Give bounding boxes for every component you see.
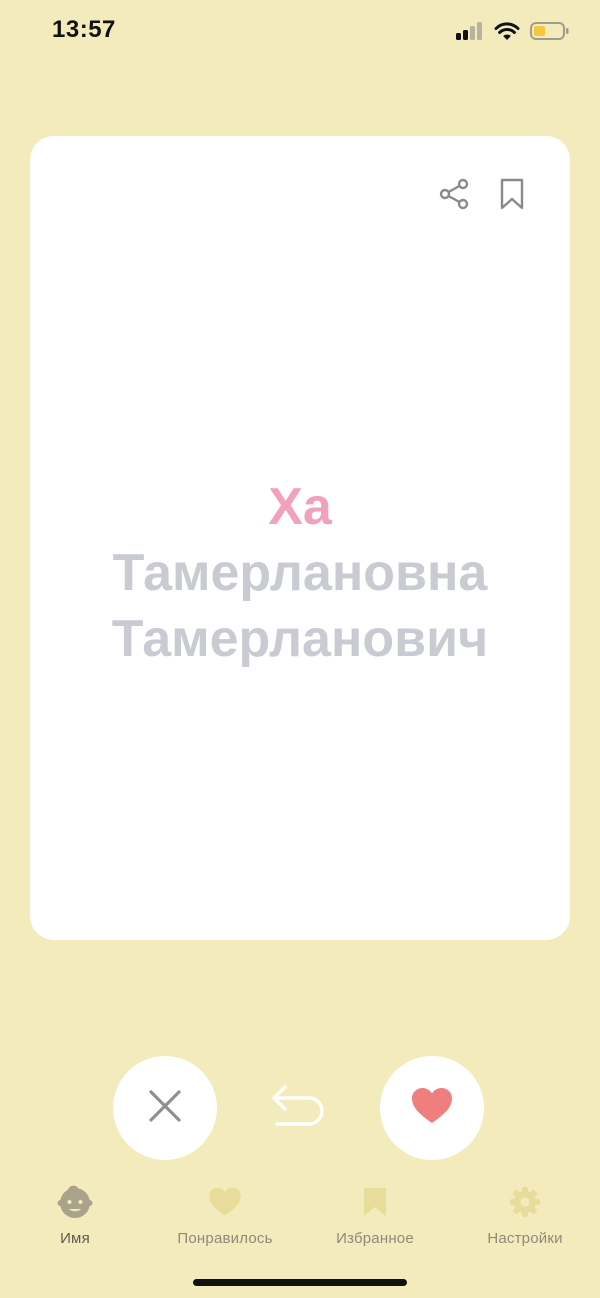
close-icon [147, 1088, 183, 1129]
battery-icon [530, 21, 570, 46]
undo-arrow-icon [269, 1081, 329, 1136]
name-block: Ха Тамерлановна Тамерланович [30, 474, 570, 672]
name-card[interactable]: Ха Тамерлановна Тамерланович [30, 136, 570, 940]
status-icons [456, 20, 570, 46]
card-actions [436, 176, 530, 212]
tab-label: Понравилось [177, 1230, 273, 1247]
tab-favorites[interactable]: Избранное [305, 1186, 445, 1247]
undo-button[interactable] [266, 1080, 332, 1136]
gear-icon [509, 1186, 541, 1223]
tab-label: Настройки [487, 1230, 563, 1247]
share-icon[interactable] [436, 176, 472, 212]
tab-name[interactable]: Имя [5, 1184, 145, 1247]
baby-face-icon [57, 1184, 93, 1225]
first-name: Ха [268, 478, 332, 536]
patronymic-male: Тамерланович [111, 610, 489, 668]
tab-label: Избранное [336, 1230, 414, 1247]
status-bar: 13:57 [0, 0, 600, 66]
tab-settings[interactable]: Настройки [455, 1186, 595, 1247]
heart-icon [411, 1087, 453, 1130]
tab-bar: Имя Понравилось Избранное Настройки [0, 1184, 600, 1256]
home-indicator [193, 1279, 407, 1286]
status-time: 13:57 [52, 16, 116, 43]
tab-liked[interactable]: Понравилось [155, 1186, 295, 1247]
bookmark-icon [362, 1186, 388, 1223]
wifi-icon [494, 21, 520, 46]
tab-label: Имя [60, 1230, 90, 1247]
like-button[interactable] [380, 1056, 484, 1160]
swipe-actions [0, 1056, 600, 1160]
patronymic-female: Тамерлановна [112, 544, 488, 602]
bookmark-icon[interactable] [494, 176, 530, 212]
heart-icon [208, 1187, 242, 1222]
cellular-signal-icon [456, 21, 484, 45]
dislike-button[interactable] [113, 1056, 217, 1160]
